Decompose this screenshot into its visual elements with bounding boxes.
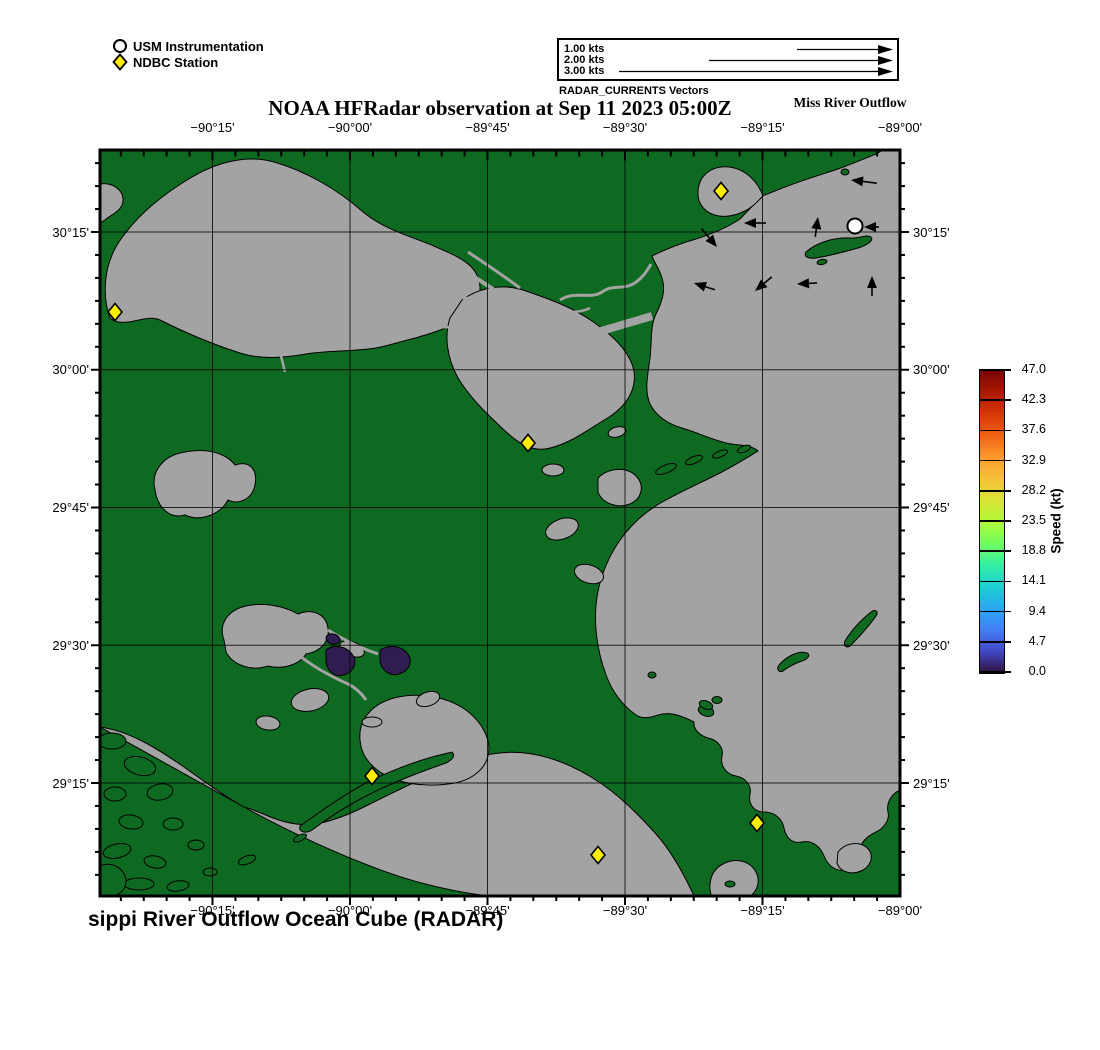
x-axis-label-top: −89°15' — [740, 120, 785, 135]
colorbar — [979, 370, 1005, 674]
y-axis-label-left: 30°15' — [52, 224, 89, 240]
colorbar-tick — [979, 580, 1011, 583]
colorbar-tick — [979, 550, 1011, 552]
legend-label-ndbc: NDBC Station — [133, 54, 219, 70]
scale-arrow — [619, 67, 893, 76]
x-axis-label-top: −89°30' — [602, 120, 648, 135]
map-figure — [91, 148, 909, 905]
colorbar-tick-label: 0.0 — [1028, 664, 1046, 678]
colorbar-tick — [979, 369, 1011, 371]
colorbar-tick — [979, 490, 1011, 492]
map-geography — [100, 150, 900, 896]
x-axis-label-bottom: −89°00' — [877, 903, 923, 918]
colorbar-title: Speed (kt) — [1048, 488, 1064, 554]
y-axis-label-left: 29°15' — [52, 775, 89, 791]
page: { "legend": { "items": [ {"marker": "cir… — [0, 0, 1100, 1050]
marsh-inlet — [541, 463, 565, 477]
x-axis-label-bottom: −89°30' — [602, 903, 648, 918]
y-axis-label-right: 29°15' — [913, 775, 950, 791]
colorbar-tick — [979, 671, 1011, 673]
colorbar-tick-label: 18.8 — [1021, 543, 1046, 558]
x-axis-label-top: −89°00' — [877, 120, 923, 135]
x-axis-label-top: −89°45' — [465, 120, 510, 135]
x-axis-label-top: −90°00' — [327, 120, 373, 135]
colorbar-tick-label: 37.6 — [1021, 422, 1046, 437]
colorbar-tick — [979, 641, 1011, 643]
x-axis-label-top: −90°15' — [190, 120, 235, 135]
colorbar-tick-label: 9.4 — [1028, 603, 1046, 618]
y-axis-label-right: 29°45' — [913, 500, 950, 515]
colorbar-tick — [979, 399, 1011, 401]
marsh-inlet — [597, 469, 642, 507]
y-axis-label-right: 30°00' — [913, 362, 950, 378]
colorbar-tick — [979, 429, 1011, 432]
usm-station-marker — [846, 217, 864, 235]
legend-item-ndbc: NDBC Station — [110, 52, 218, 72]
colorbar-tick-label: 23.5 — [1021, 513, 1046, 527]
scale-arrow — [797, 45, 893, 54]
colorbar-tick-label: 32.9 — [1021, 452, 1046, 467]
colorbar-tick — [979, 520, 1011, 522]
colorbar-tick — [979, 459, 1011, 462]
colorbar-tick-label: 4.7 — [1028, 633, 1046, 648]
region-label: Miss River Outflow — [793, 95, 907, 110]
marsh-island — [840, 168, 850, 176]
ndbc-diamond-icon — [112, 53, 128, 71]
footer-title: sippi River Outflow Ocean Cube (RADAR) — [88, 908, 504, 931]
y-axis-label-left: 29°45' — [52, 500, 89, 515]
scale-arrows — [619, 45, 893, 76]
colorbar-tick-label: 47.0 — [1021, 362, 1046, 376]
y-axis-label-left: 29°30' — [52, 637, 89, 653]
colorbar-tick-label: 14.1 — [1021, 573, 1046, 588]
vector-tail — [814, 228, 818, 237]
y-axis-label-right: 30°15' — [913, 224, 950, 240]
x-axis-label-bottom: −89°15' — [740, 903, 785, 918]
y-axis-label-left: 30°00' — [52, 362, 89, 378]
scale-arrow — [709, 56, 893, 65]
vector-scale-box: 1.00 kts 2.00 kts 3.00 kts — [557, 38, 899, 81]
colorbar-tick-label: 28.2 — [1021, 482, 1046, 497]
colorbar-tick — [979, 610, 1011, 613]
y-axis-label-right: 29°30' — [913, 637, 950, 653]
colorbar-tick-label: 42.3 — [1021, 392, 1046, 407]
marsh-inlet — [361, 716, 383, 728]
